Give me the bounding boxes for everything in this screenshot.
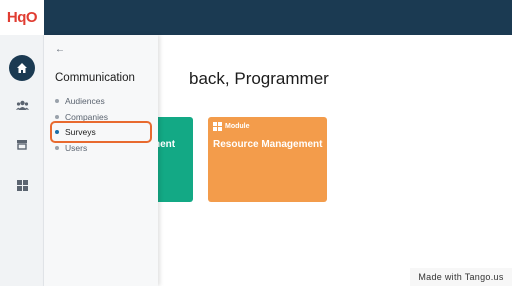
grid-icon: [16, 179, 28, 191]
tango-watermark: Made with Tango.us: [410, 268, 512, 286]
bullet-icon: [55, 146, 59, 150]
store-icon: [17, 139, 27, 150]
back-arrow-icon[interactable]: ←: [55, 44, 65, 55]
nav-item-label: Audiences: [65, 96, 105, 106]
resource-management-title: Resource Management: [213, 139, 323, 150]
module-grid-icon: [213, 122, 222, 131]
logo-text: HqO: [6, 9, 38, 26]
communication-panel: ← Communication Audiences Companies Surv…: [44, 35, 158, 286]
bullet-icon: [55, 99, 59, 103]
app-logo[interactable]: HqO: [0, 0, 44, 35]
people-icon: [15, 100, 29, 110]
people-button[interactable]: [10, 93, 34, 117]
welcome-heading: back, Programmer: [189, 69, 329, 88]
store-button[interactable]: [10, 132, 34, 156]
bullet-icon: [55, 115, 59, 119]
nav-item-label: Users: [65, 143, 88, 153]
top-bar: [0, 0, 512, 35]
home-button[interactable]: [9, 55, 35, 81]
nav-item-users[interactable]: Users: [55, 143, 87, 153]
module-badge-label: Module: [225, 123, 250, 130]
panel-title: Communication: [55, 72, 135, 84]
nav-item-audiences[interactable]: Audiences: [55, 96, 105, 106]
green-card-title: nent: [154, 139, 176, 150]
module-badge: Module: [213, 122, 250, 131]
grid-button[interactable]: [10, 173, 34, 197]
icon-rail: [0, 35, 44, 286]
surveys-highlight: [50, 121, 152, 143]
home-icon: [17, 63, 27, 73]
